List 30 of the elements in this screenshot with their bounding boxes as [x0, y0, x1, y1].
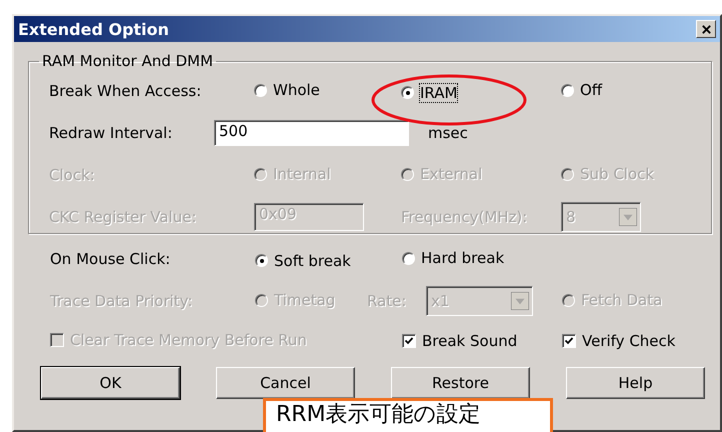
checkbox-box[interactable] [402, 334, 416, 348]
field-label: On Mouse Click: [50, 250, 170, 268]
checkmark-icon [564, 336, 574, 346]
dialog-button[interactable]: Restore [391, 367, 530, 399]
radio-indicator[interactable] [401, 86, 414, 99]
radio-indicator[interactable] [402, 252, 415, 265]
radio-button[interactable]: Whole [254, 81, 320, 100]
field-label: Redraw Interval: [49, 124, 172, 142]
dialog-button[interactable]: OK [41, 367, 180, 399]
field-label: Break When Access: [49, 82, 202, 100]
group-title: RAM Monitor And DMM [41, 52, 214, 70]
checkbox[interactable]: Verify Check [562, 332, 676, 350]
window-title: Extended Option [18, 20, 170, 38]
unit-label: msec [428, 124, 468, 142]
radio-button[interactable]: Soft break [255, 252, 351, 270]
dialog-button[interactable]: Help [566, 367, 705, 399]
radio-indicator[interactable] [254, 84, 267, 97]
checkbox-box[interactable] [562, 334, 576, 348]
close-icon [700, 24, 712, 34]
radio-button[interactable]: IRAM [401, 84, 458, 102]
close-button[interactable] [696, 20, 716, 38]
text-field[interactable]: 500 [214, 120, 409, 146]
radio-button[interactable]: Off [561, 81, 602, 100]
radio-indicator[interactable] [255, 254, 268, 267]
callout-note: RRM表示可能の設定 [263, 398, 553, 432]
radio-button[interactable]: Hard break [402, 249, 504, 268]
checkbox[interactable]: Break Sound [402, 332, 518, 350]
checkmark-icon [404, 336, 414, 346]
dialog-button[interactable]: Cancel [216, 367, 355, 399]
radio-indicator[interactable] [561, 84, 574, 97]
